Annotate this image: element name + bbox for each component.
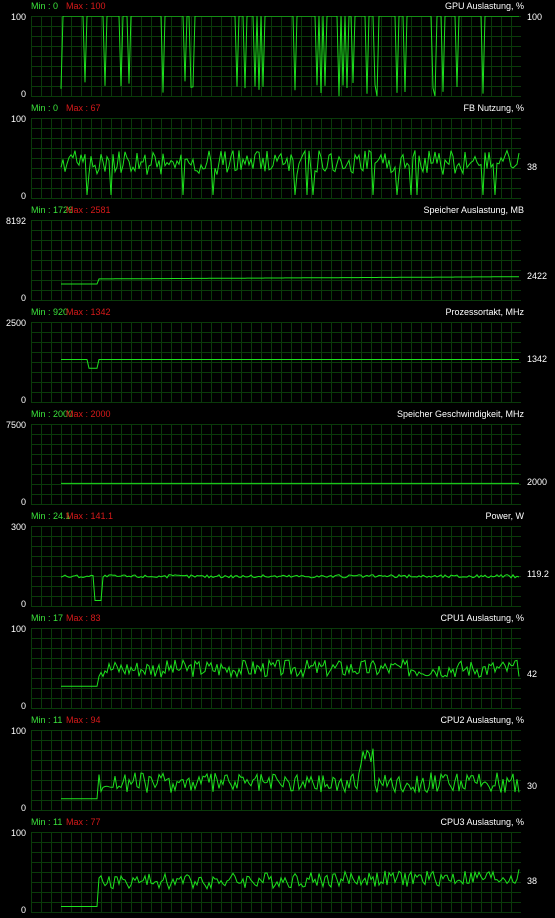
y-axis-min-label: 0 [20,395,26,405]
current-value-label: 38 [527,162,538,173]
graph-title: CPU1 Auslastung, % [440,613,524,623]
current-value-label: 2422 [527,271,548,282]
graph-title: Prozessortakt, MHz [445,307,524,317]
graph-header: Min : 17 Max : 83 CPU1 Auslastung, % [0,612,555,624]
y-axis-max-label: 300 [10,522,26,532]
graph-header: Min : 0 Max : 67 FB Nutzung, % [0,102,555,114]
current-value-label: 2000 [527,477,548,488]
graph-panel-cpu1-load[interactable]: Min : 17 Max : 83 CPU1 Auslastung, % 100 0 42 [0,612,555,714]
graph-header: Min : 1726 Max : 2581 Speicher Auslastung,… [0,204,555,216]
min-label: Min : 0 [31,103,59,113]
graph-plot-area [31,118,521,199]
y-axis-min-label: 0 [20,497,26,507]
graph-header: Min : 11 Max : 94 CPU2 Auslastung, % [0,714,555,726]
graph-canvas [31,730,521,811]
current-value-label: 30 [527,780,538,791]
max-label: Max : 141.1 [66,511,114,521]
graph-canvas [31,16,521,97]
graph-plot-area [31,730,521,811]
max-label: Max : 100 [66,1,106,11]
graph-title: CPU2 Auslastung, % [440,715,524,725]
graph-panel-memory-used[interactable]: Min : 1726 Max : 2581 Speicher Auslastung,… [0,204,555,306]
min-label: Min : 920 [31,307,69,317]
y-axis-max-label: 7500 [5,420,26,430]
y-axis-min-label: 0 [20,803,26,813]
graph-header: Min : 11 Max : 77 CPU3 Auslastung, % [0,816,555,828]
graph-panel-gpu-load[interactable]: Min : 0 Max : 100 GPU Auslastung, % 100 0 100 [0,0,555,102]
y-axis-max-label: 2500 [5,318,26,328]
max-label: Max : 67 [66,103,101,113]
graph-canvas [31,424,521,505]
y-axis-max-label: 100 [10,726,26,736]
y-axis-min-label: 0 [20,89,26,99]
graph-canvas [31,220,521,301]
graph-plot-area [31,16,521,97]
current-value-label: 119.2 [527,568,549,579]
graph-plot-area [31,424,521,505]
graph-header: Min : 2000 Max : 2000 Speicher Geschwindig… [0,408,555,420]
y-axis-min-label: 0 [20,599,26,609]
max-label: Max : 77 [66,817,101,827]
y-axis-max-label: 100 [10,624,26,634]
graph-panel-cpu2-load[interactable]: Min : 11 Max : 94 CPU2 Auslastung, % 100 0 30 [0,714,555,816]
max-label: Max : 1342 [66,307,111,317]
y-axis-max-label: 100 [10,114,26,124]
current-value-label: 1342 [527,353,548,364]
graph-plot-area [31,832,521,913]
max-label: Max : 2581 [66,205,111,215]
y-axis-min-label: 0 [20,293,26,303]
current-value-label: 38 [527,876,538,887]
graph-plot-area [31,628,521,709]
graph-header: Min : 920 Max : 1342 Prozessortakt, MHz [0,306,555,318]
graph-title: GPU Auslastung, % [444,1,524,11]
min-label: Min : 0 [31,1,59,11]
graph-canvas [31,322,521,403]
y-axis-min-label: 0 [20,905,26,915]
graph-panel-memory-clock[interactable]: Min : 2000 Max : 2000 Speicher Geschwindig… [0,408,555,510]
graph-title: Speicher Geschwindigkeit, MHz [396,409,524,419]
y-axis-max-label: 100 [10,828,26,838]
graph-header: Min : 0 Max : 100 GPU Auslastung, % [0,0,555,12]
graph-canvas [31,118,521,199]
graph-canvas [31,832,521,913]
y-axis-min-label: 0 [20,191,26,201]
current-value-label: 42 [527,668,538,679]
graph-panel-fb-usage[interactable]: Min : 0 Max : 67 FB Nutzung, % 100 0 38 [0,102,555,204]
graph-plot-area [31,322,521,403]
graph-panel-power[interactable]: Min : 24.1 Max : 141.1 Power, W 300 0 119.2 [0,510,555,612]
y-axis-max-label: 100 [10,12,26,22]
graph-title: Power, W [485,511,524,521]
graph-title: CPU3 Auslastung, % [440,817,524,827]
y-axis-min-label: 0 [20,701,26,711]
max-label: Max : 83 [66,613,101,623]
min-label: Min : 11 [31,715,63,725]
graph-header: Min : 24.1 Max : 141.1 Power, W [0,510,555,522]
min-label: Min : 11 [31,817,63,827]
min-label: Min : 17 [31,613,64,623]
max-label: Max : 94 [66,715,101,725]
graph-canvas [31,628,521,709]
graph-title: FB Nutzung, % [463,103,524,113]
min-label: Min : 24.1 [31,511,71,521]
graph-canvas [31,526,521,607]
graph-plot-area [31,526,521,607]
graph-plot-area [31,220,521,301]
current-value-label: 100 [527,12,543,22]
max-label: Max : 2000 [66,409,111,419]
y-axis-max-label: 8192 [5,216,26,226]
graph-panel-core-clock[interactable]: Min : 920 Max : 1342 Prozessortakt, MHz 250… [0,306,555,408]
graph-title: Speicher Auslastung, MB [423,205,524,215]
